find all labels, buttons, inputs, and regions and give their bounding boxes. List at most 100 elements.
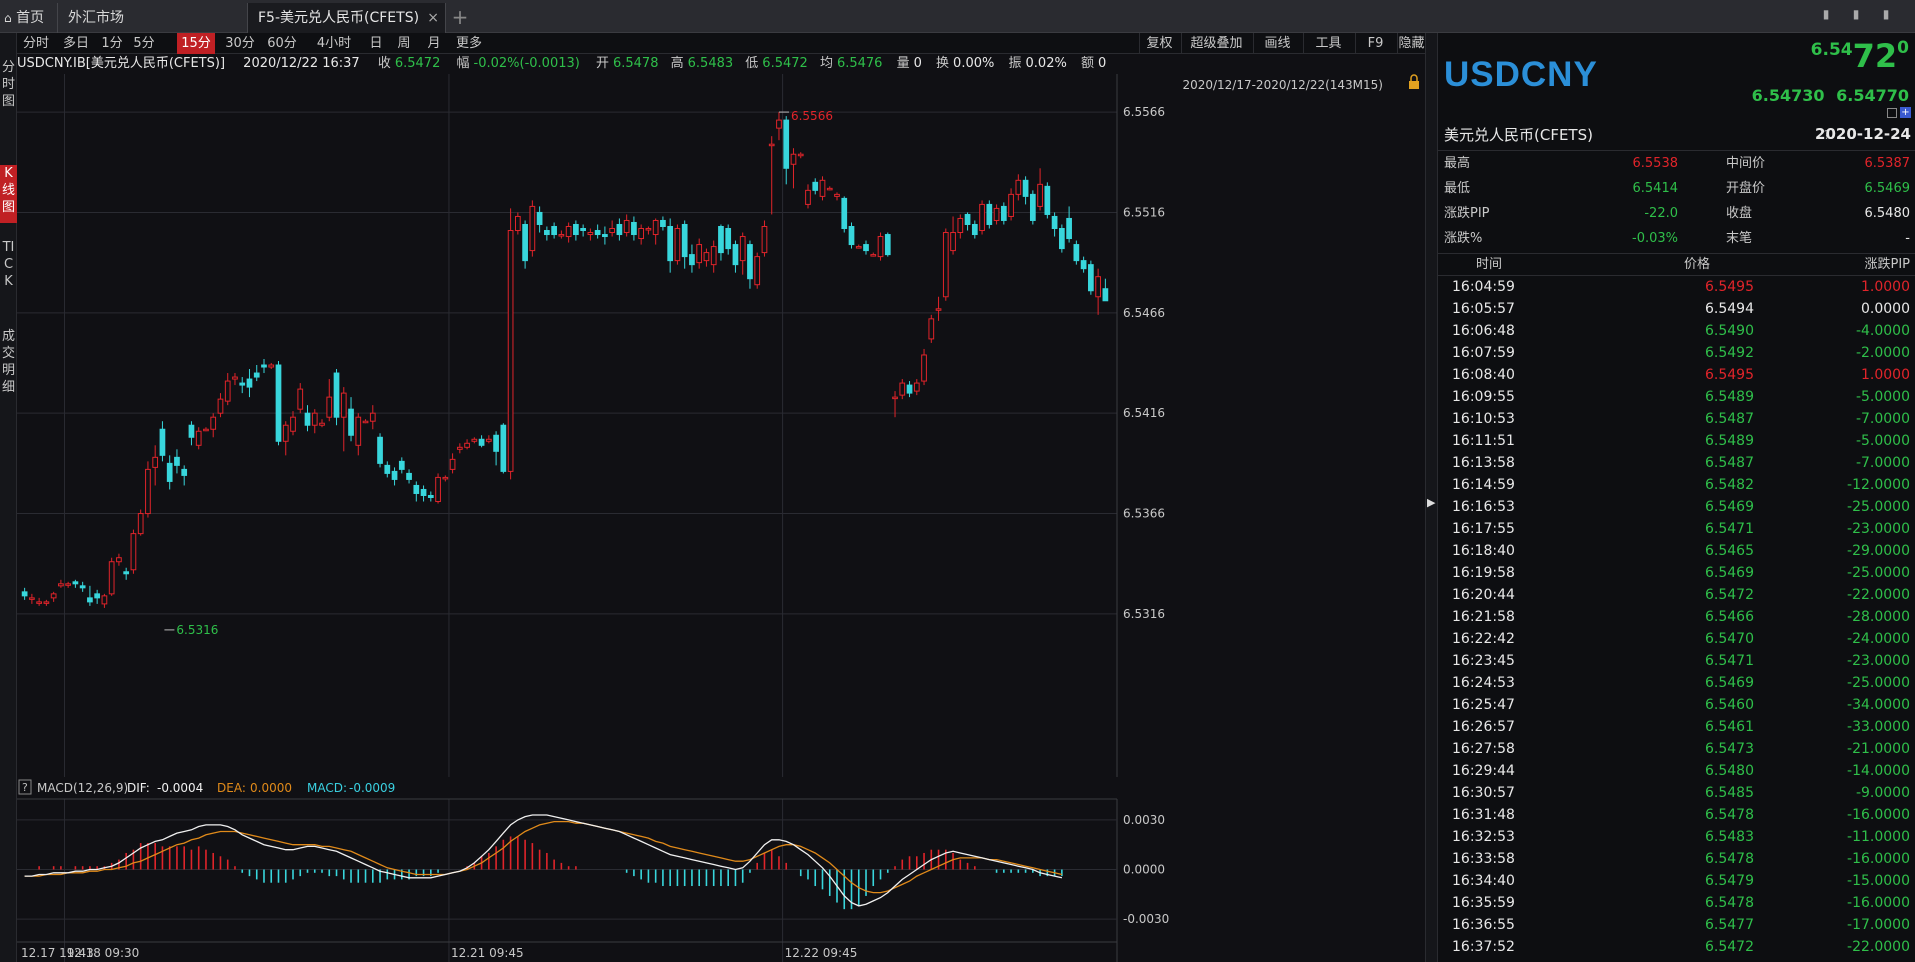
candle-body bbox=[485, 438, 492, 442]
candle-body bbox=[145, 468, 151, 515]
candle-body bbox=[232, 376, 238, 380]
candle-body bbox=[130, 533, 137, 571]
chart-area[interactable]: 2020/12/17-2020/12/22(143M15) 6.5566 6.55… bbox=[17, 74, 1425, 962]
close-icon[interactable]: × bbox=[427, 3, 439, 33]
tab-home[interactable]: ⌂ 首页 bbox=[0, 3, 58, 33]
macd-tick-label: 0.0000 bbox=[1123, 863, 1165, 877]
tick-time: 16:35:59 bbox=[1452, 895, 1515, 911]
tool-restoration[interactable]: 复权 bbox=[1139, 33, 1179, 54]
settings-icon[interactable] bbox=[1887, 108, 1897, 118]
last-price-big: 72 bbox=[1852, 37, 1898, 75]
tick-change: -14.0000 bbox=[1847, 763, 1910, 779]
period-month[interactable]: 月 bbox=[423, 33, 445, 54]
tick-change: -25.0000 bbox=[1847, 675, 1910, 691]
candle-body bbox=[43, 601, 50, 604]
tool-hide[interactable]: 隐藏 bbox=[1397, 33, 1425, 54]
tick-time: 16:07:59 bbox=[1452, 345, 1515, 361]
home-icon: ⌂ bbox=[4, 11, 12, 25]
candle-body bbox=[1051, 215, 1058, 230]
period-1min[interactable]: 1分 bbox=[97, 33, 127, 54]
candle-body bbox=[884, 234, 891, 256]
macd-dif-label: DIF: bbox=[127, 781, 150, 795]
tick-change: -2.0000 bbox=[1855, 345, 1910, 361]
tab-forex-market[interactable]: 外汇市场 bbox=[58, 3, 248, 33]
add-tab-icon[interactable]: + bbox=[446, 3, 474, 33]
tab-usdcny[interactable]: F5-美元兑人民币(CFETS) × bbox=[248, 3, 446, 33]
candle-body bbox=[710, 246, 717, 266]
candle-body bbox=[667, 225, 674, 262]
tool-tools[interactable]: 工具 bbox=[1303, 33, 1353, 54]
tick-price: 6.5480 bbox=[1705, 763, 1754, 779]
tick-change: -21.0000 bbox=[1847, 741, 1910, 757]
candle-body bbox=[21, 591, 28, 597]
quote-value: 6.5414 bbox=[1632, 181, 1679, 196]
period-intraday[interactable]: 分时 bbox=[17, 33, 55, 54]
left-tab-timeshare[interactable]: 分时图 bbox=[0, 59, 17, 113]
candle-body bbox=[797, 153, 804, 157]
candle-body bbox=[340, 392, 347, 418]
left-tab-tick[interactable]: TICK bbox=[0, 239, 17, 317]
candle-body bbox=[935, 308, 942, 311]
tick-row: 16:23:45 6.5471 -23.0000 bbox=[1438, 650, 1915, 672]
candle-body bbox=[166, 462, 173, 482]
candle-body bbox=[369, 412, 376, 422]
quote-row: 最高 6.5538 中间价 6.5387 bbox=[1438, 151, 1915, 176]
candle-body bbox=[957, 217, 964, 234]
candle-body bbox=[188, 424, 195, 438]
candle-body bbox=[319, 422, 325, 426]
tick-time: 16:10:53 bbox=[1452, 411, 1515, 427]
tick-price: 6.5485 bbox=[1705, 785, 1754, 801]
candle-body bbox=[398, 460, 405, 470]
period-week[interactable]: 周 bbox=[393, 33, 415, 54]
info-low-label: 低 bbox=[745, 56, 759, 71]
period-5min[interactable]: 5分 bbox=[129, 33, 159, 54]
maximize-icon[interactable]: ▮ bbox=[1878, 6, 1894, 22]
left-tab-deals[interactable]: 成交明细 bbox=[0, 328, 17, 406]
candle-body bbox=[79, 585, 86, 589]
candle-body bbox=[616, 223, 623, 236]
period-multiday[interactable]: 多日 bbox=[57, 33, 95, 54]
left-tab-kline[interactable]: K线图 bbox=[0, 165, 17, 223]
period-more[interactable]: 更多 bbox=[451, 33, 487, 54]
tool-draw-line[interactable]: 画线 bbox=[1253, 33, 1301, 54]
add-icon[interactable]: + bbox=[1900, 107, 1911, 118]
candle-body bbox=[776, 119, 782, 129]
candle-body bbox=[268, 364, 275, 368]
minimize-icon[interactable]: ▮ bbox=[1848, 6, 1864, 22]
candle-body bbox=[631, 221, 637, 236]
candle-body bbox=[152, 456, 159, 468]
period-60min[interactable]: 60分 bbox=[263, 33, 301, 54]
tick-time: 16:31:48 bbox=[1452, 807, 1515, 823]
tick-change: -11.0000 bbox=[1847, 829, 1910, 845]
ticks-header-price: 价格 bbox=[1684, 257, 1711, 272]
tick-time: 16:04:59 bbox=[1452, 279, 1515, 295]
tick-price: 6.5483 bbox=[1705, 829, 1754, 845]
period-day[interactable]: 日 bbox=[365, 33, 387, 54]
candle-body bbox=[514, 215, 521, 232]
tool-super-overlay[interactable]: 超级叠加 bbox=[1181, 33, 1251, 54]
candle-body bbox=[587, 232, 594, 236]
tick-row: 16:14:59 6.5482 -12.0000 bbox=[1438, 474, 1915, 496]
tick-price: 6.5471 bbox=[1705, 653, 1754, 669]
panel-splitter[interactable]: ▶ bbox=[1425, 33, 1437, 962]
candle-body bbox=[863, 244, 869, 252]
tick-row: 16:21:58 6.5466 -28.0000 bbox=[1438, 606, 1915, 628]
collapse-arrow-icon[interactable]: ▶ bbox=[1427, 496, 1437, 509]
time-tick-label: 12.18 09:30 bbox=[67, 946, 140, 960]
candle-body bbox=[602, 234, 608, 238]
ticks-list[interactable]: 16:04:59 6.5495 1.0000 16:05:57 6.5494 0.0000… bbox=[1438, 276, 1915, 962]
candle-body bbox=[768, 143, 775, 147]
kline-chart-svg[interactable]: 2020/12/17-2020/12/22(143M15) 6.5566 6.55… bbox=[17, 74, 1425, 962]
candle-body bbox=[29, 597, 35, 600]
candle-body bbox=[1029, 193, 1036, 221]
tool-f9[interactable]: F9 bbox=[1355, 33, 1395, 54]
period-15min[interactable]: 15分 bbox=[177, 33, 215, 54]
pin-icon[interactable]: ▮ bbox=[1818, 6, 1834, 22]
tick-row: 16:06:48 6.5490 -4.0000 bbox=[1438, 320, 1915, 342]
period-4hour[interactable]: 4小时 bbox=[309, 33, 359, 54]
quote-row: 最低 6.5414 开盘价 6.5469 bbox=[1438, 176, 1915, 201]
tick-row: 16:36:55 6.5477 -17.0000 bbox=[1438, 914, 1915, 936]
info-turnover: 0.00% bbox=[953, 56, 995, 71]
candle-body bbox=[108, 561, 115, 595]
period-30min[interactable]: 30分 bbox=[221, 33, 259, 54]
